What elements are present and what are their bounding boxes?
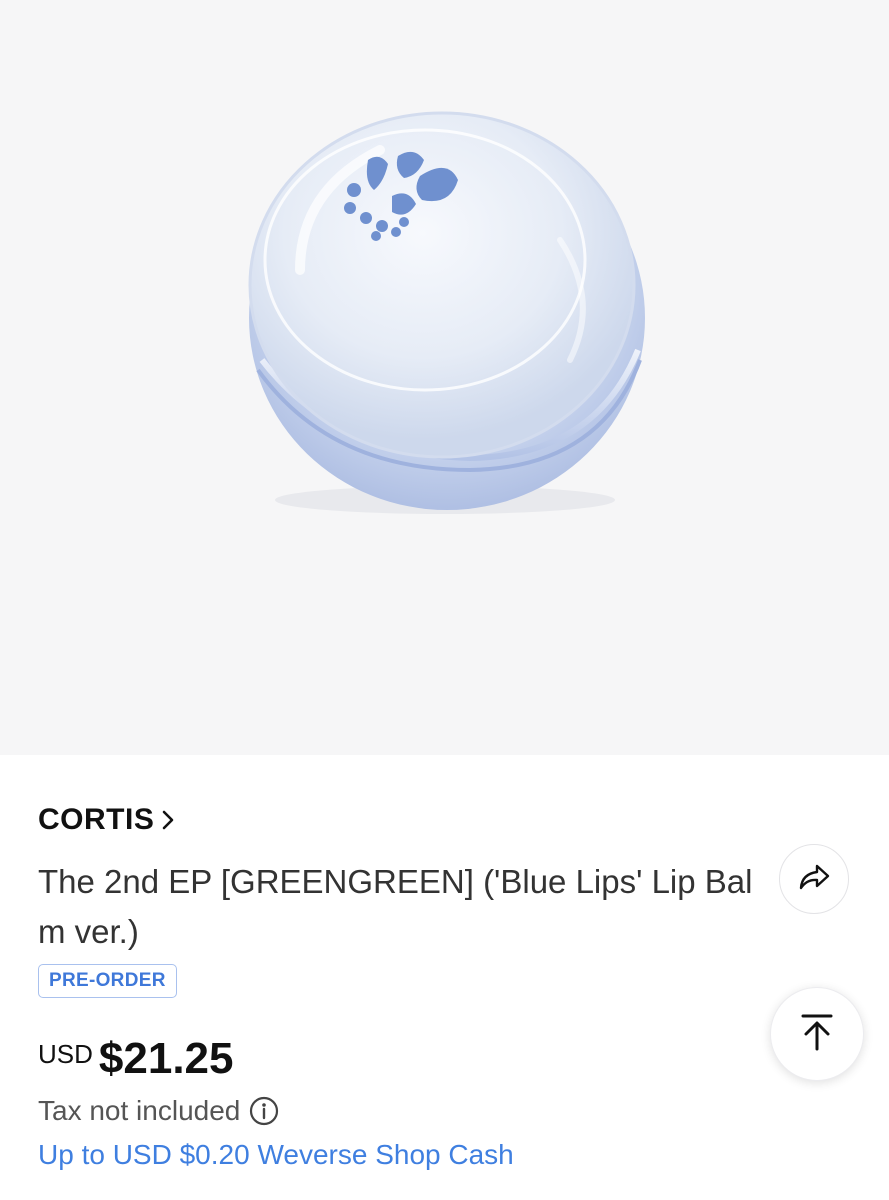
product-info: CORTIS The 2nd EP [GREENGREEN] ('Blue Li… bbox=[0, 755, 889, 1200]
arrow-to-top-icon bbox=[800, 1012, 834, 1057]
artist-name: CORTIS bbox=[38, 803, 155, 836]
chevron-right-icon bbox=[160, 808, 176, 832]
price-currency: USD bbox=[38, 1039, 93, 1069]
pre-order-badge: PRE-ORDER bbox=[38, 964, 177, 998]
product-title: The 2nd EP [GREENGREEN] ('Blue Lips' Lip… bbox=[38, 863, 753, 950]
lip-balm-image bbox=[248, 111, 645, 514]
tax-note: Tax not included bbox=[38, 1095, 280, 1127]
artist-link[interactable]: CORTIS bbox=[38, 803, 176, 837]
info-icon[interactable] bbox=[248, 1095, 280, 1127]
price-row: USD $21.25 bbox=[38, 1033, 233, 1085]
price-value: $21.25 bbox=[98, 1034, 234, 1083]
tax-note-text: Tax not included bbox=[38, 1095, 241, 1126]
scroll-to-top-button[interactable] bbox=[770, 987, 864, 1081]
share-icon bbox=[797, 862, 831, 897]
share-button[interactable] bbox=[779, 844, 849, 914]
weverse-cash-note: Up to USD $0.20 Weverse Shop Cash bbox=[38, 1139, 514, 1170]
product-image bbox=[0, 0, 889, 755]
